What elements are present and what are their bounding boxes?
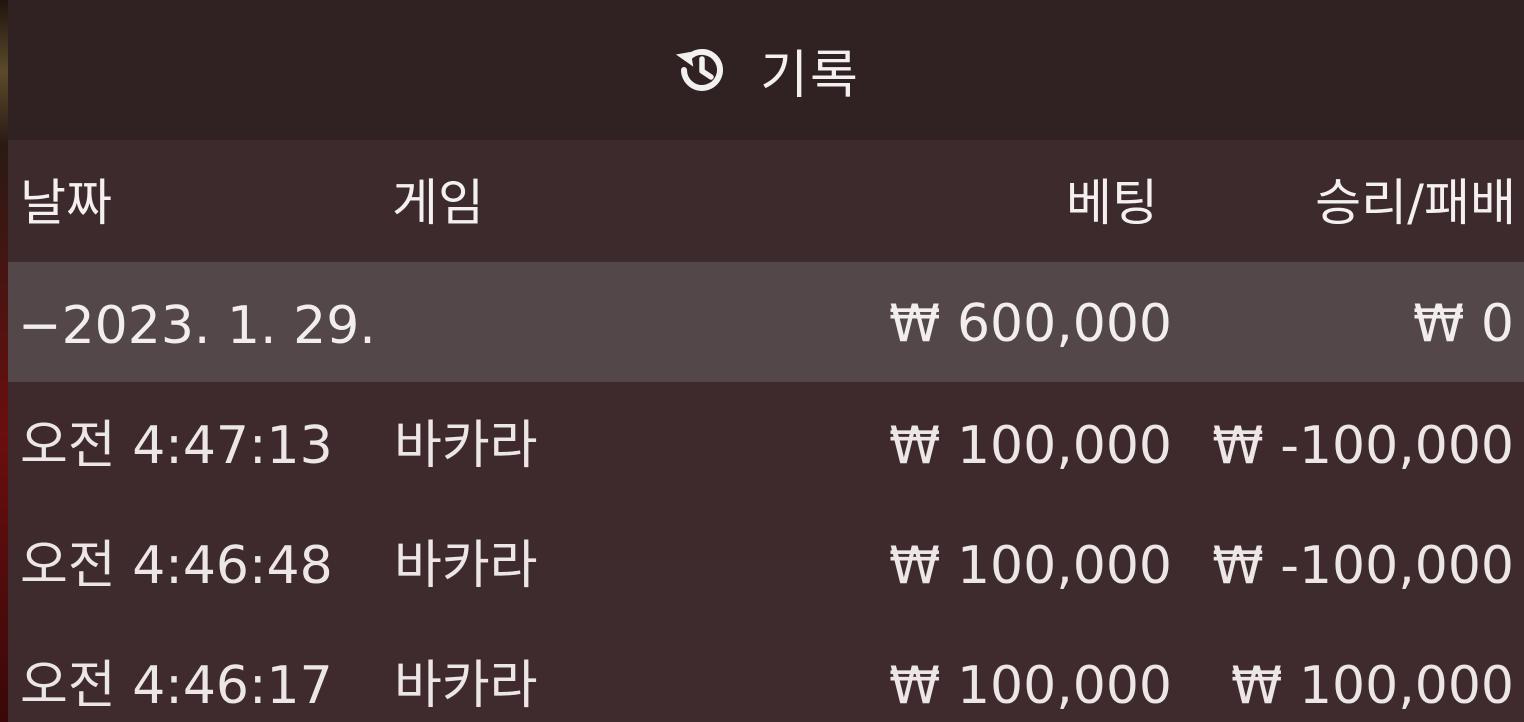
row-bet: ₩ 100,000 bbox=[889, 536, 1172, 596]
column-header-win-loss[interactable]: 승리/패배 bbox=[1315, 178, 1516, 228]
row-bet: ₩ 100,000 bbox=[889, 416, 1172, 476]
page-title: 기록 bbox=[760, 45, 860, 106]
history-icon bbox=[672, 40, 732, 100]
row-game: 바카라 bbox=[394, 656, 538, 716]
group-date: −2023. 1. 29. bbox=[18, 296, 376, 356]
background-edge bbox=[0, 0, 8, 722]
history-header: 기록 bbox=[8, 0, 1524, 140]
row-time: 오전 4:46:48 bbox=[20, 536, 333, 596]
row-game: 바카라 bbox=[394, 536, 538, 596]
row-time: 오전 4:46:17 bbox=[20, 656, 333, 716]
row-time: 오전 4:47:13 bbox=[20, 416, 333, 476]
row-bet: ₩ 100,000 bbox=[889, 656, 1172, 716]
row-game: 바카라 bbox=[394, 416, 538, 476]
group-win-loss-total: ₩ 0 bbox=[1412, 294, 1514, 354]
group-bet-total: ₩ 600,000 bbox=[889, 294, 1172, 354]
column-header-date[interactable]: 날짜 bbox=[20, 178, 112, 228]
table-header: 날짜 게임 베팅 승리/패배 bbox=[8, 140, 1524, 262]
table-row[interactable]: 오전 4:46:17 바카라 ₩ 100,000 ₩ 100,000 bbox=[8, 624, 1524, 722]
date-group-row[interactable]: −2023. 1. 29. ₩ 600,000 ₩ 0 bbox=[8, 262, 1524, 382]
history-screen: 기록 날짜 게임 베팅 승리/패배 −2023. 1. 29. ₩ 600,00… bbox=[0, 0, 1524, 722]
table-row[interactable]: 오전 4:47:13 바카라 ₩ 100,000 ₩ -100,000 bbox=[8, 384, 1524, 504]
row-win-loss: ₩ 100,000 bbox=[1231, 656, 1514, 716]
row-win-loss: ₩ -100,000 bbox=[1212, 416, 1514, 476]
row-win-loss: ₩ -100,000 bbox=[1212, 536, 1514, 596]
column-header-game[interactable]: 게임 bbox=[392, 178, 484, 228]
table-row[interactable]: 오전 4:46:48 바카라 ₩ 100,000 ₩ -100,000 bbox=[8, 504, 1524, 624]
column-header-bet[interactable]: 베팅 bbox=[1066, 178, 1158, 228]
